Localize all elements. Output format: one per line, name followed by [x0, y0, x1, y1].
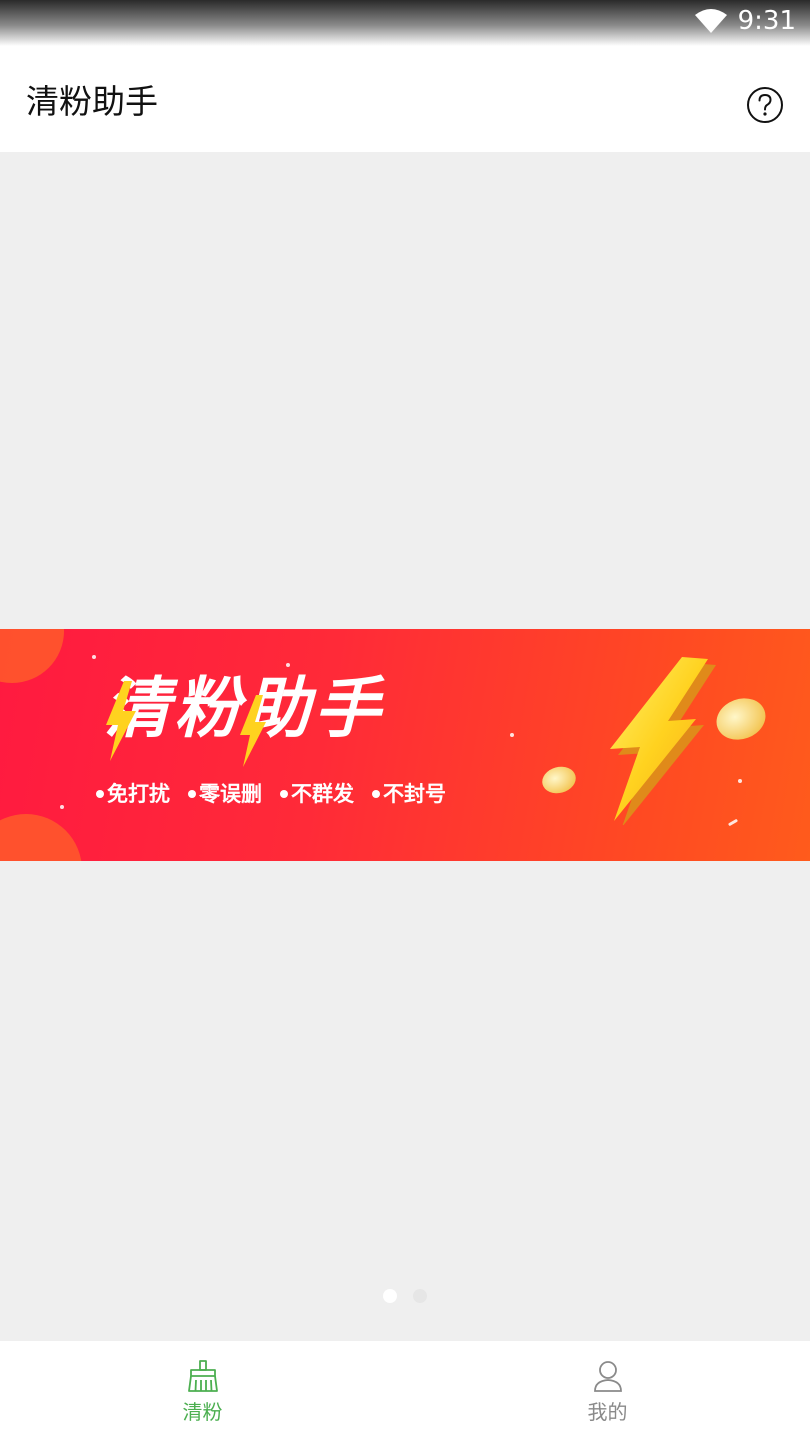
pager-dots [383, 1289, 427, 1303]
promo-banner[interactable]: 清粉助手 免打扰 零误删 不群发 不封号 [0, 629, 810, 861]
sparkle-icon [60, 805, 64, 809]
banner-decor-circle [0, 629, 64, 683]
sparkle-icon [286, 663, 290, 667]
pager-dot-active[interactable] [383, 1289, 397, 1303]
sparkle-icon [727, 818, 739, 827]
sparkle-icon [738, 779, 742, 783]
status-right: 9:31 [694, 5, 796, 37]
page-title: 清粉助手 [26, 82, 158, 121]
tab-label: 清粉 [182, 1400, 223, 1424]
sparkle-icon [92, 655, 96, 659]
tab-label: 我的 [587, 1400, 628, 1424]
tab-mine[interactable]: 我的 [405, 1341, 810, 1440]
wifi-icon [694, 9, 727, 33]
help-button[interactable] [746, 86, 784, 124]
pager-dot[interactable] [413, 1289, 427, 1303]
content-area: 清粉助手 免打扰 零误删 不群发 不封号 [0, 152, 810, 1341]
bottom-nav: 清粉 我的 [0, 1341, 810, 1440]
banner-features: 免打扰 零误删 不群发 不封号 [96, 779, 446, 809]
banner-decor-circle [0, 814, 82, 861]
lightning-bolt-icon [610, 657, 716, 825]
broom-icon [187, 1360, 218, 1392]
tab-clean[interactable]: 清粉 [0, 1341, 405, 1440]
app-bar: 清粉助手 [0, 46, 810, 152]
user-icon [593, 1361, 622, 1392]
banner-feature: 免打扰 [96, 779, 170, 809]
help-circle-icon [747, 87, 783, 123]
sparkle-icon [510, 733, 514, 737]
banner-feature: 不封号 [372, 779, 446, 809]
status-bar: 9:31 [0, 0, 810, 46]
banner-feature: 零误删 [188, 779, 262, 809]
banner-feature: 不群发 [280, 779, 354, 809]
status-time: 9:31 [737, 6, 796, 36]
phone-screen: 9:31 清粉助手 清粉助手 免打扰 零误删 不群发 不封号 清粉 我的 [0, 0, 810, 1440]
coin-icon [539, 763, 579, 797]
lightning-icon [106, 681, 136, 761]
lightning-icon [240, 695, 266, 767]
